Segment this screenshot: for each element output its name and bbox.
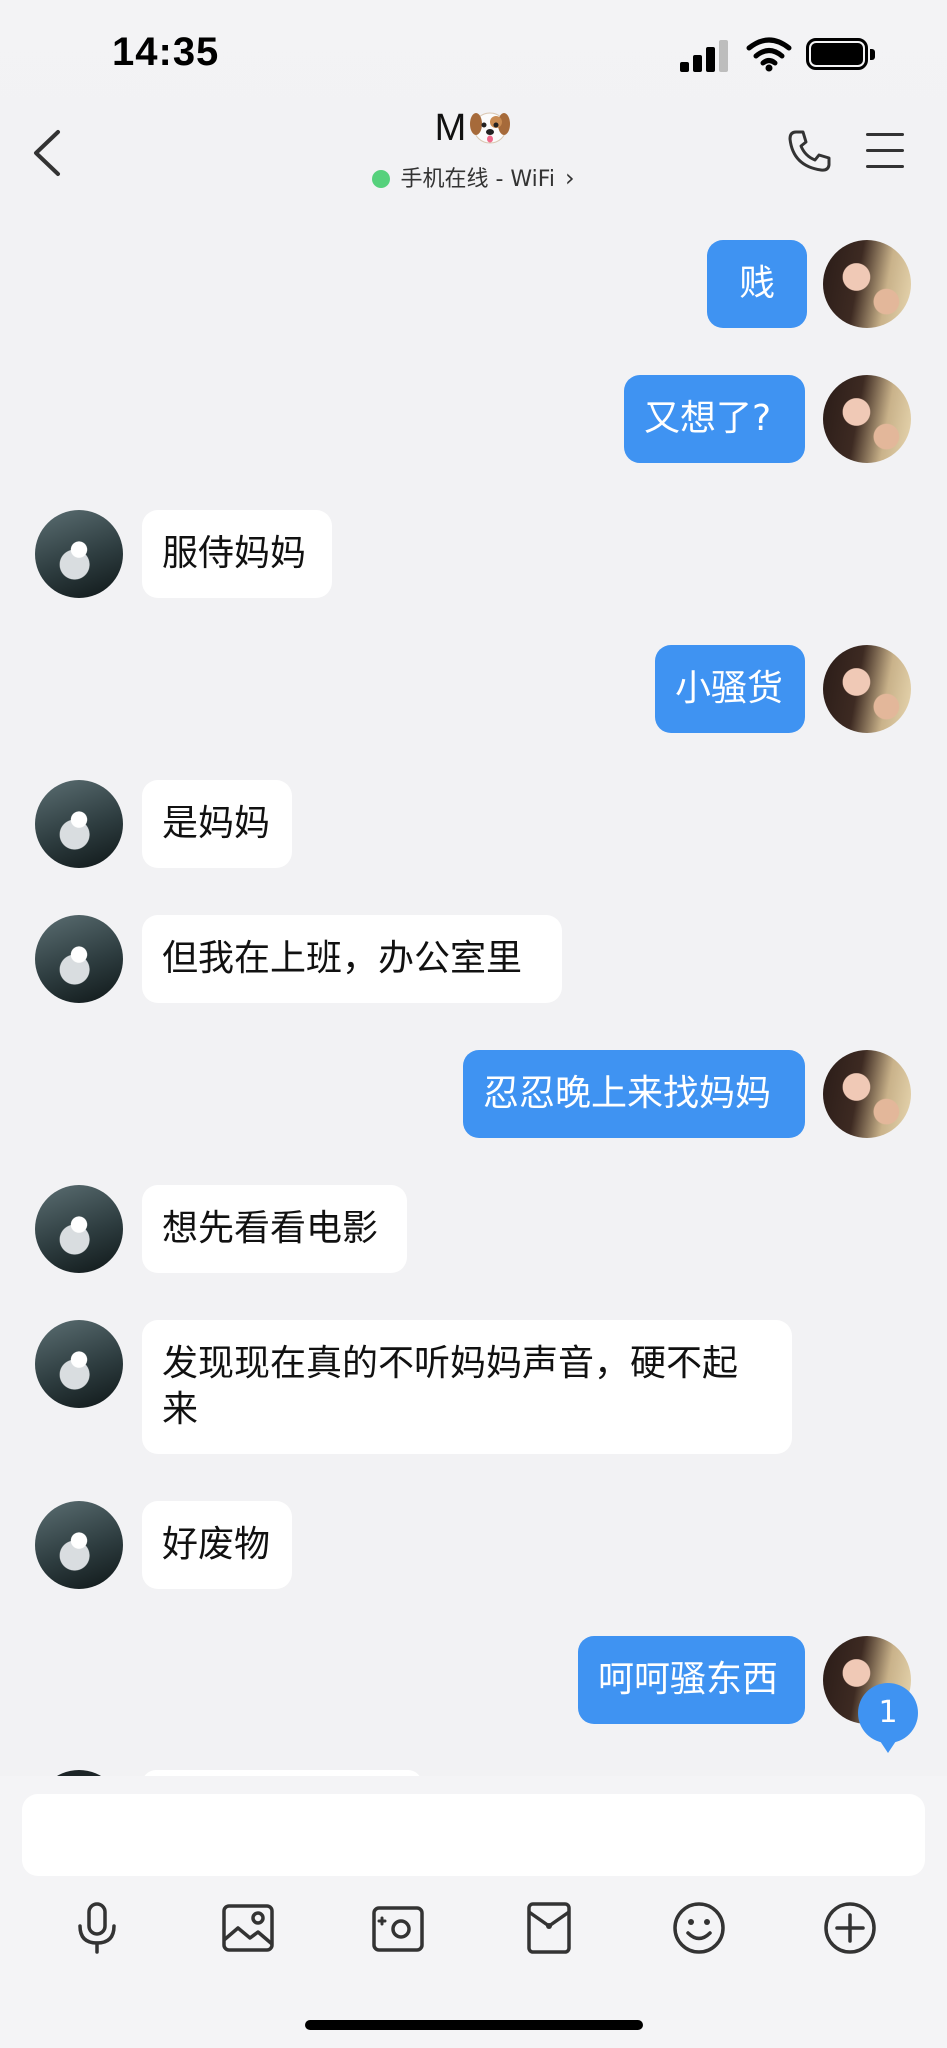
red-packet-icon[interactable] [519,1898,579,1958]
message-bubble[interactable]: 想先看看电影 [142,1185,407,1273]
image-icon[interactable] [218,1898,278,1958]
contact-name: M [434,107,467,149]
menu-icon[interactable] [866,133,904,169]
chevron-right-icon: › [564,164,575,192]
emoji-icon[interactable] [669,1898,729,1958]
dog-face-icon [470,112,511,144]
online-dot-icon [372,170,391,188]
message-bubble[interactable]: 忍忍晚上来找妈妈 [463,1050,805,1138]
contact-avatar[interactable] [35,1501,123,1589]
wifi-icon [746,37,792,72]
input-area [0,1776,947,2048]
phone-call-icon[interactable] [787,128,833,174]
camera-icon[interactable] [368,1898,428,1958]
plus-icon[interactable] [820,1898,880,1958]
contact-avatar[interactable] [35,1185,123,1273]
chat-header: 14:35 M 手机在线 - WiFi › [0,0,947,202]
contact-avatar[interactable] [35,1320,123,1408]
message-bubble[interactable]: 好废物 [142,1501,292,1589]
contact-avatar[interactable] [35,915,123,1003]
message-bubble[interactable]: 又想了? [624,375,805,463]
home-indicator[interactable] [305,2020,643,2030]
my-avatar[interactable] [823,240,911,328]
message-bubble[interactable]: 是妈妈 [142,780,292,868]
my-avatar[interactable] [823,375,911,463]
status-time: 14:35 [112,30,220,74]
message-bubble[interactable]: 服侍妈妈 [142,510,332,598]
message-bubble[interactable]: 呵呵骚东西 [578,1636,805,1724]
my-avatar[interactable] [823,645,911,733]
contact-avatar[interactable] [35,510,123,598]
unread-badge[interactable]: 1 [858,1683,918,1753]
battery-icon [806,38,876,72]
my-avatar[interactable] [823,1050,911,1138]
microphone-icon[interactable] [67,1898,127,1958]
contact-avatar[interactable] [35,780,123,868]
message-bubble[interactable]: 小骚货 [655,645,805,733]
cellular-signal-icon [680,38,732,72]
online-status-text: 手机在线 - WiFi [400,167,555,192]
message-input[interactable] [22,1794,925,1876]
message-bubble[interactable]: 但我在上班，办公室里 [142,915,562,1003]
message-bubble[interactable]: 贱 [707,240,807,328]
message-bubble[interactable]: 发现现在真的不听妈妈声音，硬不起来 [142,1320,792,1454]
